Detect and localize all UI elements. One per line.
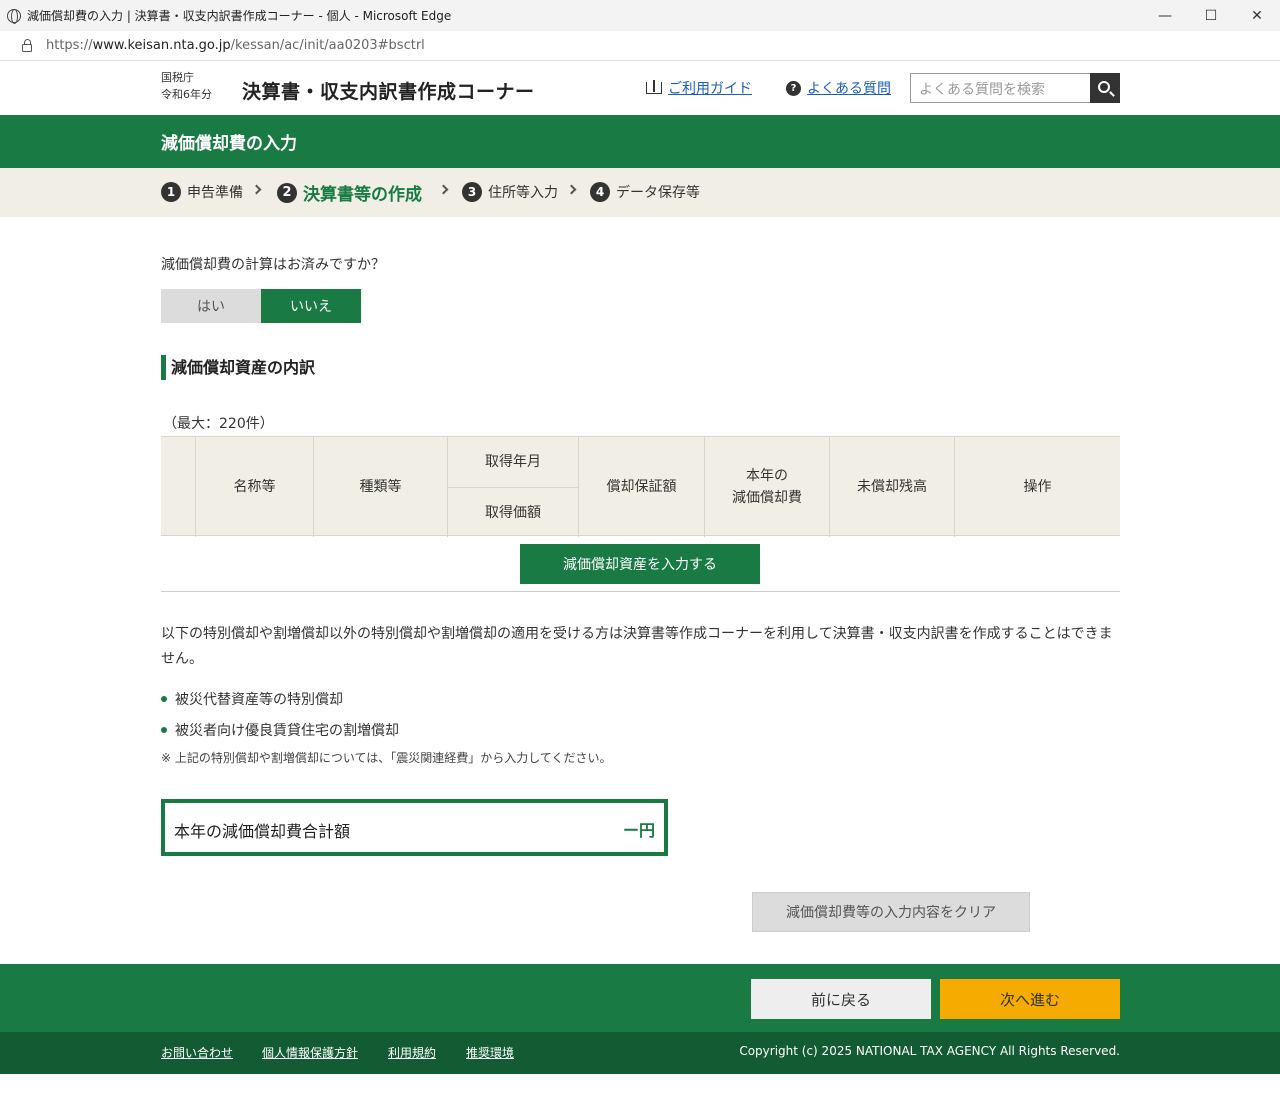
- chevron-right-icon: [566, 184, 577, 195]
- footer-links: お問い合わせ 個人情報保護方針 利用規約 推奨環境 Copyright (c) …: [0, 1032, 1280, 1074]
- url-path: /kessan/ac/init/aa0203#bsctrl: [230, 38, 425, 53]
- faq-search-input[interactable]: よくある質問を検索: [910, 73, 1090, 103]
- col-remaining: 未償却残高: [829, 437, 954, 537]
- window-title: 減価償却費の入力 | 決算書・収支内訳書作成コーナー - 個人 - Micros…: [27, 9, 452, 23]
- bullet-dot-icon: [161, 727, 167, 733]
- search-icon: [1097, 80, 1110, 93]
- step-number: 2: [277, 182, 297, 203]
- globe-icon: [7, 8, 21, 24]
- browser-titlebar: 減価償却費の入力 | 決算書・収支内訳書作成コーナー - 個人 - Micros…: [0, 0, 1280, 31]
- step-4: 4 データ保存等: [590, 182, 700, 202]
- copyright: Copyright (c) 2025 NATIONAL TAX AGENCY A…: [739, 1044, 1120, 1058]
- step-number: 3: [462, 182, 482, 202]
- tax-year: 令和6年分: [161, 88, 212, 101]
- maximize-button[interactable]: ☐: [1188, 0, 1234, 31]
- notice-note: ※ 上記の特別償却や割増償却については、「震災関連経費」から入力してください。: [161, 751, 612, 765]
- address-bar[interactable]: https://www.keisan.nta.go.jp/kessan/ac/i…: [0, 31, 1280, 61]
- step-label: 住所等入力: [488, 185, 558, 201]
- url-text[interactable]: https://www.keisan.nta.go.jp/kessan/ac/i…: [46, 38, 425, 53]
- col-current-depreciation: 本年の 減価償却費: [704, 437, 829, 537]
- agency-name: 国税庁: [161, 71, 194, 84]
- col-acquired-date: 取得年月: [447, 437, 578, 487]
- no-toggle-button[interactable]: いいえ: [261, 289, 361, 323]
- close-button[interactable]: ✕: [1234, 0, 1280, 31]
- step-1: 1 申告準備: [161, 182, 243, 202]
- yes-toggle-button[interactable]: はい: [161, 289, 261, 323]
- total-depreciation-box: 本年の減価償却費合計額 ー円: [161, 799, 668, 856]
- faq-link-label[interactable]: よくある質問: [807, 78, 891, 98]
- footer-nav-bar: 前に戻る 次へ進む: [0, 964, 1280, 1032]
- asset-table: 名称等 種類等 取得年月 取得価額 償却保証額 本年の 減価償却費 未償却残高 …: [161, 436, 1120, 537]
- notice-bullet: 被災代替資産等の特別償却: [161, 689, 343, 709]
- divider: [161, 591, 1120, 592]
- step-2-current: 2 決算書等の作成: [277, 180, 422, 205]
- notice-bullet: 被災者向け優良賃貸住宅の割増償却: [161, 720, 399, 740]
- step-label: 決算書等の作成: [303, 185, 422, 205]
- footer-link-contact[interactable]: お問い合わせ: [161, 1044, 233, 1061]
- chevron-right-icon: [251, 184, 262, 195]
- page-title-band: 減価償却費の入力: [0, 115, 1280, 168]
- notice-paragraph: 以下の特別償却や割増償却以外の特別償却や割増償却の適用を受ける方は決算書等作成コ…: [161, 626, 1113, 667]
- step-number: 4: [590, 182, 610, 202]
- step-label: データ保存等: [616, 185, 700, 201]
- question-icon: ?: [786, 80, 801, 96]
- col-name: 名称等: [195, 437, 313, 537]
- step-number: 1: [161, 182, 181, 202]
- site-header: 国税庁 令和6年分 決算書・収支内訳書作成コーナー ご利用ガイド ? よくある質…: [0, 62, 1280, 115]
- guide-link[interactable]: ご利用ガイド: [646, 78, 752, 98]
- agency-label: 国税庁 令和6年分: [161, 69, 212, 103]
- max-count-note: （最大：220件）: [163, 416, 274, 432]
- minimize-button[interactable]: —: [1142, 0, 1188, 31]
- step-3: 3 住所等入力: [462, 182, 558, 202]
- lock-icon: [22, 38, 32, 52]
- url-prefix: https://: [46, 38, 93, 53]
- page-title: 減価償却費の入力: [161, 134, 297, 154]
- col-acquired-value: 取得価額: [447, 487, 578, 537]
- bullet-dot-icon: [161, 696, 167, 702]
- col-current-line1: 本年の: [746, 468, 788, 484]
- col-current-line2: 減価償却費: [732, 490, 802, 506]
- next-button[interactable]: 次へ進む: [940, 979, 1120, 1019]
- total-value: ー円: [622, 821, 655, 840]
- calc-done-question: 減価償却費の計算はお済みですか？: [161, 257, 385, 273]
- footer-link-environment[interactable]: 推奨環境: [466, 1044, 514, 1061]
- search-button[interactable]: [1090, 73, 1120, 103]
- chevron-right-icon: [438, 184, 449, 195]
- footer-link-terms[interactable]: 利用規約: [388, 1044, 436, 1061]
- footer-link-privacy[interactable]: 個人情報保護方針: [262, 1044, 358, 1061]
- clear-input-button[interactable]: 減価償却費等の入力内容をクリア: [752, 892, 1030, 932]
- faq-link[interactable]: ? よくある質問: [786, 78, 891, 98]
- step-progress: 1 申告準備 2 決算書等の作成 3 住所等入力 4 データ保存等: [0, 168, 1280, 217]
- col-guarantee: 償却保証額: [578, 437, 704, 537]
- back-button[interactable]: 前に戻る: [751, 979, 931, 1019]
- book-icon: [646, 80, 662, 94]
- url-host: www.keisan.nta.go.jp: [92, 38, 231, 53]
- bullet-text: 被災代替資産等の特別償却: [175, 692, 343, 708]
- col-type: 種類等: [313, 437, 447, 537]
- guide-link-label[interactable]: ご利用ガイド: [668, 78, 752, 98]
- total-label: 本年の減価償却費合計額: [174, 822, 351, 841]
- col-ops: 操作: [954, 437, 1120, 537]
- section-heading: 減価償却資産の内訳: [161, 355, 315, 380]
- site-title: 決算書・収支内訳書作成コーナー: [242, 81, 535, 103]
- add-asset-button[interactable]: 減価償却資産を入力する: [520, 544, 760, 584]
- bullet-text: 被災者向け優良賃貸住宅の割増償却: [175, 723, 399, 739]
- step-label: 申告準備: [187, 185, 243, 201]
